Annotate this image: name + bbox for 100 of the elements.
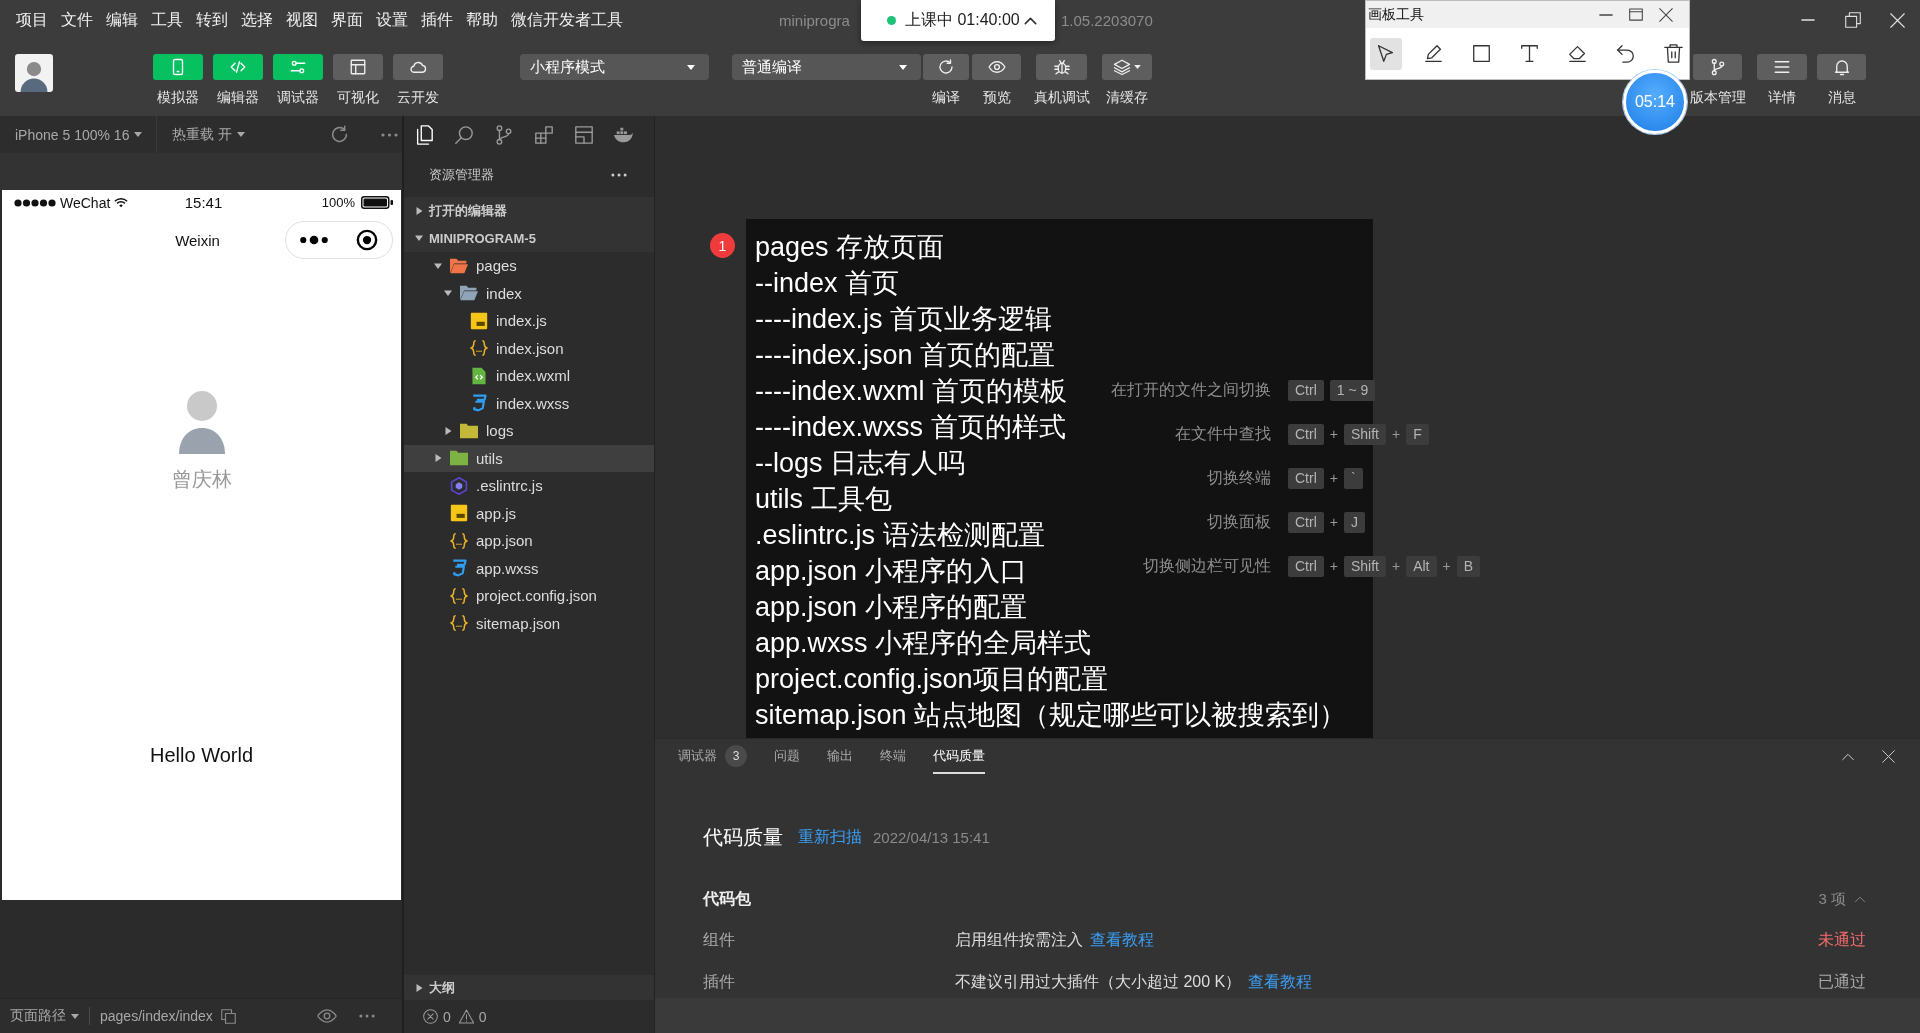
menu-item[interactable]: 项目 [16,9,48,31]
messages-button[interactable] [1817,54,1866,80]
braces-icon [470,339,488,358]
copy-icon[interactable] [220,1008,236,1024]
tree-item[interactable]: index [404,279,654,307]
panel-tab[interactable]: 问题 [774,739,800,774]
more-icon[interactable] [611,173,627,177]
avatar-icon[interactable] [15,54,53,92]
annotation-line: ----index.wxss 首页的样式 [755,411,1066,444]
tree-item[interactable]: app.js [404,499,654,527]
capsule-menu[interactable] [285,221,393,259]
menu-item[interactable]: 文件 [61,9,93,31]
tutorial-link[interactable]: 查看教程 [1090,929,1154,951]
hot-reload-dropdown[interactable]: 热重载 开 [172,125,246,144]
chevron-up-icon[interactable] [1024,16,1037,25]
annotation-line: sitemap.json 站点地图（规定哪些可以被搜索到） [755,699,1347,732]
annotation-line: .eslintrc.js 语法检测配置 [755,519,1045,552]
key-separator: + [1329,426,1338,442]
panel-tab[interactable]: 终端 [880,739,906,774]
keyboard-key: Alt [1406,555,1437,577]
caret-down-icon [71,1013,79,1019]
tree-item[interactable]: app.json [404,527,654,555]
menu-item[interactable]: 界面 [331,9,363,31]
annotation-line: --logs 日志有人吗 [755,447,965,480]
search-icon[interactable] [454,124,474,145]
clear-cache-button[interactable] [1102,54,1152,80]
device-debug-button[interactable] [1036,54,1087,80]
tree-item[interactable]: .eslintrc.js [404,472,654,500]
annotation-line: pages 存放页面 [755,231,945,264]
menu-item[interactable]: 帮助 [466,9,498,31]
tree-item[interactable]: app.wxss [404,554,654,582]
section-header[interactable]: 打开的编辑器 [404,197,654,225]
shortcut-label: 在文件中查找 [1175,423,1271,444]
page-title: Weixin [175,231,220,249]
tree-item[interactable]: index.wxml [404,362,654,390]
tutorial-link[interactable]: 查看教程 [1248,971,1313,993]
panel-layout-icon[interactable] [574,124,594,145]
toolbar-toggle-button[interactable] [333,54,383,80]
panel-tab[interactable]: 代码质量 [933,739,985,774]
mode-dropdown[interactable]: 小程序模式 [520,54,709,80]
panel-tab[interactable]: 调试器 3 [678,739,747,774]
toolbar-toggle-button[interactable] [393,54,443,80]
eye-icon[interactable] [316,1009,337,1023]
menu-icon [1773,58,1791,76]
menu-item[interactable]: 微信开发者工具 [511,9,623,31]
menu-item[interactable]: 视图 [286,9,318,31]
version-control-button[interactable] [1693,54,1742,80]
tree-item[interactable]: pages [404,252,654,280]
tree-item[interactable]: index.json [404,334,654,362]
tree-item[interactable]: index.wxss [404,389,654,417]
tree-item[interactable]: project.config.json [404,582,654,610]
menu-item[interactable]: 插件 [421,9,453,31]
check-description: 不建议引用过大插件（大小超过 200 K） [955,971,1242,992]
key-separator: + [1329,514,1338,530]
undo-icon [1615,44,1635,63]
branch-icon[interactable] [494,124,514,145]
menu-item[interactable]: 工具 [151,9,183,31]
panel-tab[interactable]: 输出 [827,739,853,774]
menu-item[interactable]: 转到 [196,9,228,31]
section-header[interactable]: MINIPROGRAM-5 [404,224,654,252]
section-header[interactable]: 大纲 [404,975,654,1000]
layout-icon [349,58,367,76]
files-icon[interactable] [414,124,434,145]
keyboard-key: ` [1343,467,1363,489]
menu-item[interactable]: 设置 [376,9,408,31]
menu-item[interactable]: 编辑 [106,9,138,31]
refresh-icon [937,58,955,76]
annotation-line: ----index.js 首页业务逻辑 [755,303,1052,336]
compile-button[interactable] [923,54,969,80]
page-path-dropdown[interactable]: 页面路径 [10,1007,79,1025]
menu-item[interactable]: 选择 [241,9,273,31]
drawing-tool-button[interactable] [1370,37,1402,70]
refresh-icon[interactable] [330,125,350,144]
device-dropdown[interactable]: iPhone 5 100% 16 [15,126,143,143]
compile-mode-dropdown[interactable]: 普通编译 [732,54,921,80]
rescan-link[interactable]: 重新扫描 [798,826,862,848]
caret-down-icon [687,64,695,70]
tree-item[interactable]: index.js [404,307,654,335]
tree-item[interactable]: utils [404,444,654,472]
key-separator: + [1392,426,1401,442]
carrier-label: WeChat [60,194,111,211]
toolbar-toggle-button[interactable] [213,54,263,80]
toolbar-toggle-button[interactable] [153,54,203,80]
collapse-toggle[interactable]: 3 项 [1818,889,1866,909]
tree-item[interactable]: sitemap.json [404,609,654,637]
tree-item[interactable]: logs [404,417,654,445]
stylesheet-icon [450,559,468,578]
details-button[interactable] [1757,54,1807,80]
layers-icon [1113,58,1131,76]
toolbar-label: 真机调试 [1033,89,1090,105]
more-icon[interactable] [300,235,328,245]
shortcut-label: 切换面板 [1207,511,1271,532]
preview-button[interactable] [972,54,1021,80]
close-icon[interactable] [1882,750,1895,763]
target-icon[interactable] [356,229,378,251]
toolbar-toggle-button[interactable] [273,54,323,80]
extensions-icon[interactable] [534,124,554,145]
keyboard-key: Shift [1343,555,1386,577]
key-separator: + [1329,470,1338,486]
pencil-icon [1424,44,1444,63]
